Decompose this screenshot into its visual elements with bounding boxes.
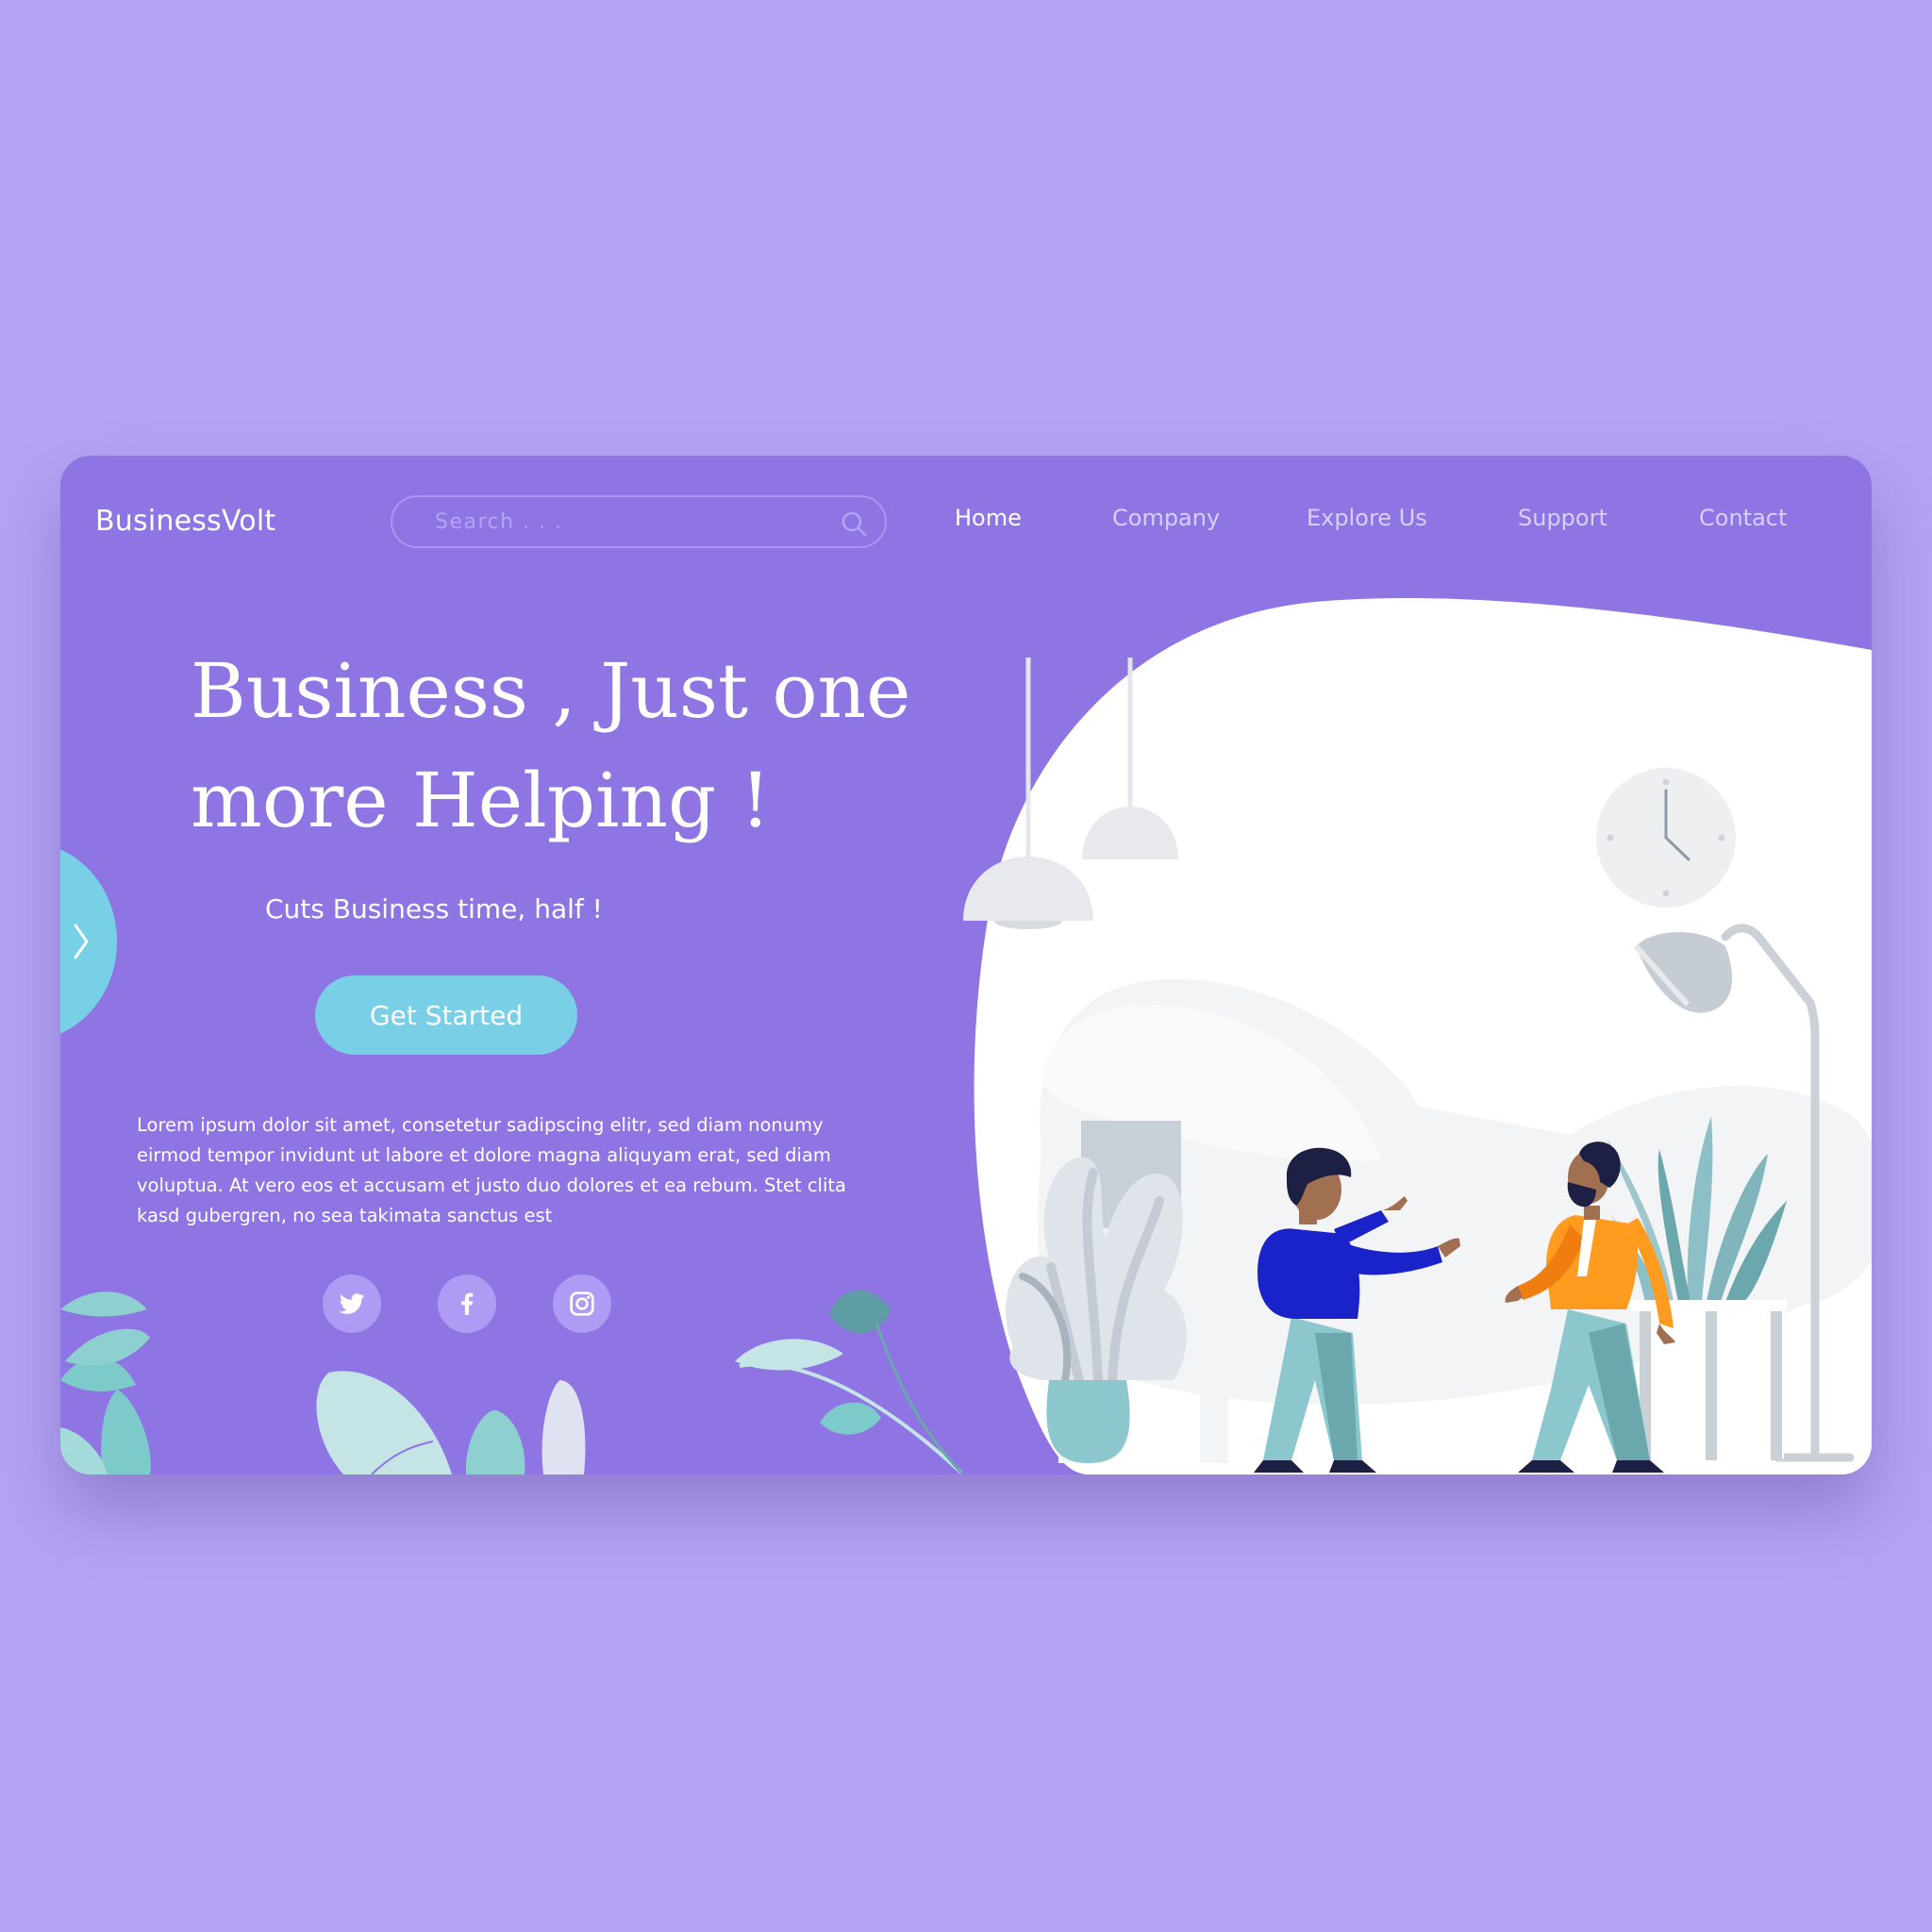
- slider-next-button[interactable]: [60, 842, 117, 1041]
- hero-description: Lorem ipsum dolor sit amet, consetetur s…: [137, 1114, 846, 1226]
- get-started-button[interactable]: Get Started: [315, 975, 577, 1055]
- landing-card: BusinessVolt Home Company Explore Us Sup…: [60, 456, 1872, 1474]
- instagram-icon: [570, 1291, 594, 1316]
- twitter-icon: [339, 1293, 365, 1314]
- hero-subtitle: Cuts Business time, half !: [265, 893, 603, 924]
- hero-title-line-1: Business , Just one: [191, 647, 911, 735]
- hero-title: Business , Just one more Helping !: [191, 637, 1002, 856]
- facebook-icon: [461, 1292, 474, 1315]
- facebook-button[interactable]: [438, 1274, 496, 1333]
- hero-title-line-2: more Helping !: [191, 757, 771, 844]
- chevron-right-icon: [74, 924, 89, 959]
- twitter-button[interactable]: [323, 1274, 381, 1333]
- instagram-button[interactable]: [553, 1274, 611, 1333]
